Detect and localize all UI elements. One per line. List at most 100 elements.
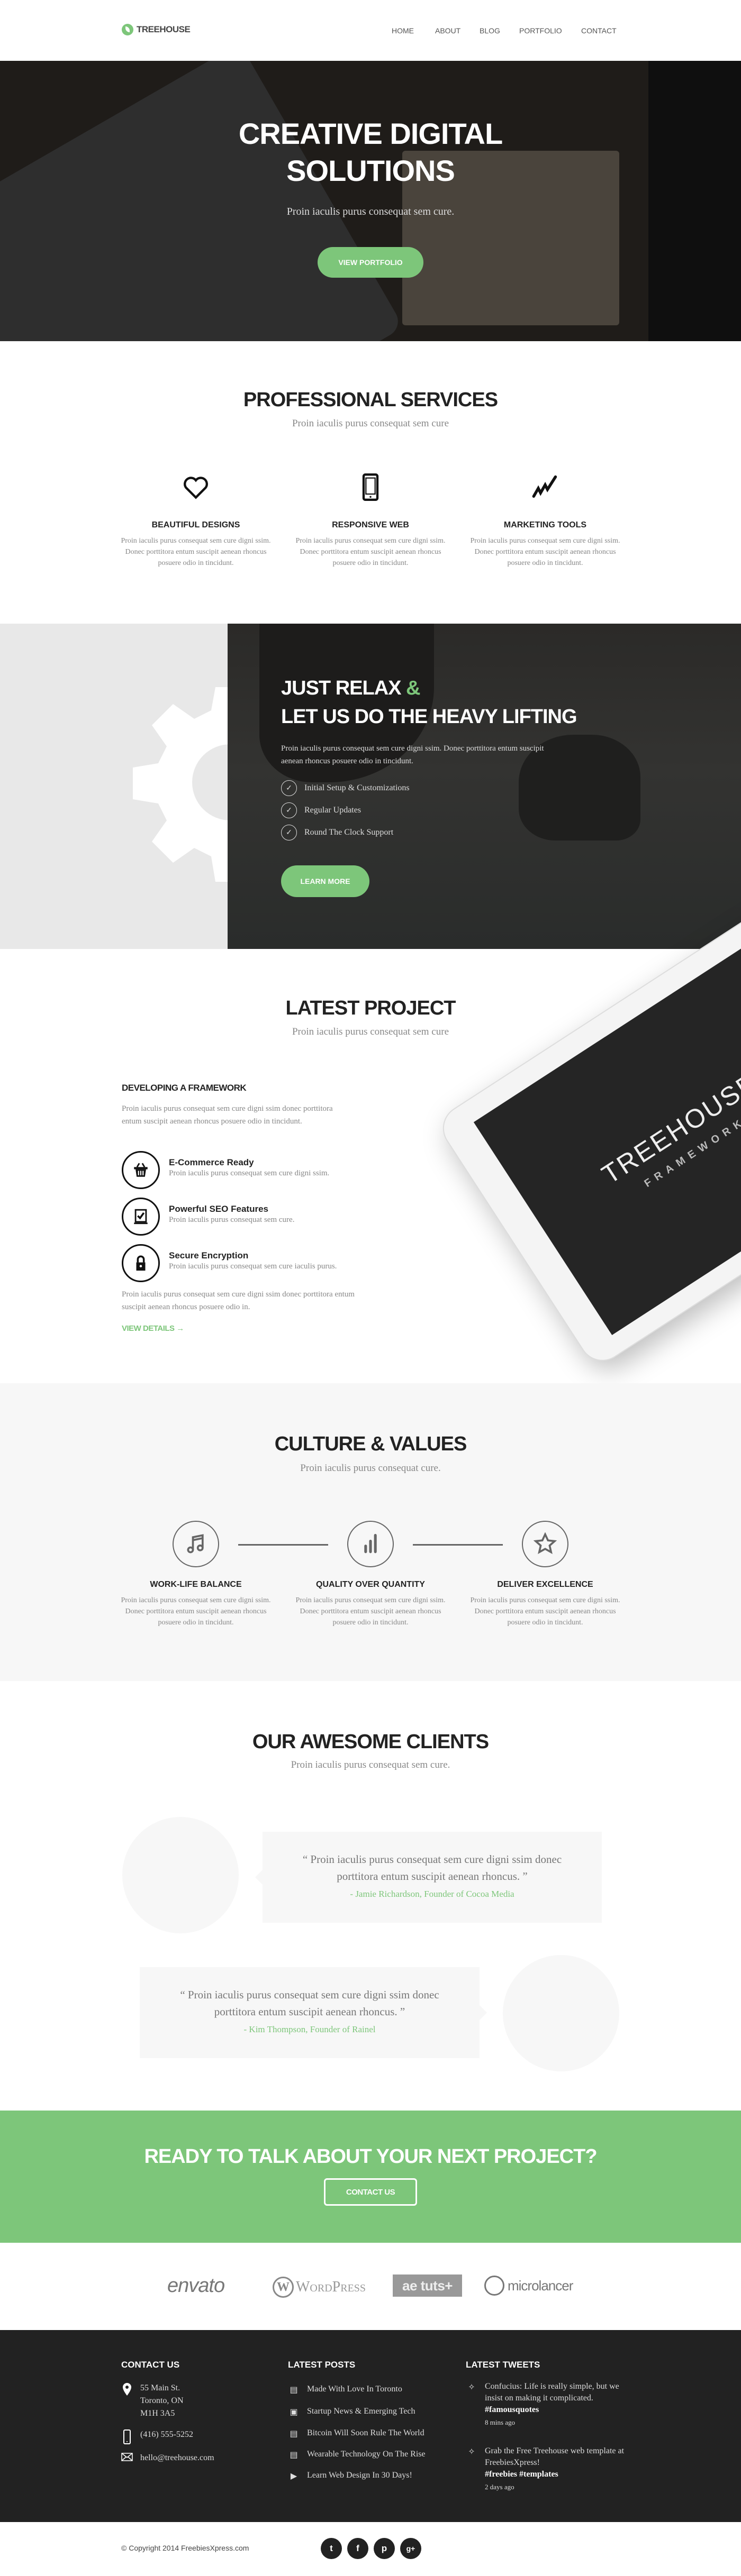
tweet: ✧ Grab the Free Treehouse web template a… <box>466 2445 625 2493</box>
project-outro: Proin iaculis purus consequat sem cure d… <box>122 1290 355 1311</box>
partner-tuts[interactable]: ae tuts+ <box>393 2274 462 2297</box>
microlancer-logo-icon <box>484 2276 504 2296</box>
nav-home[interactable]: HOME <box>392 26 414 35</box>
play-icon: ▶ <box>290 2472 297 2481</box>
post-link[interactable]: ▣ Startup News & Emerging Tech <box>288 2405 415 2419</box>
twitter-icon[interactable]: t <box>321 2538 342 2559</box>
footer-posts-title: LATEST POSTS <box>288 2360 356 2370</box>
tweet-text: Confucius: Life is really simple, but we… <box>485 2382 619 2403</box>
hero-title-line2: SOLUTIONS <box>286 154 455 187</box>
post-title: Made With Love In Toronto <box>307 2385 402 2394</box>
article-icon: ▤ <box>290 2386 298 2395</box>
service-beautiful-designs: BEAUTIFUL DESIGNS Proin iaculis purus co… <box>116 473 275 569</box>
google-plus-icon[interactable]: g+ <box>400 2538 421 2559</box>
feature-text: Proin iaculis purus consequat sem cure. <box>169 1216 295 1224</box>
hero-bg-right <box>648 61 741 341</box>
hero-bg-laptop <box>0 61 404 341</box>
relax-text: Proin iaculis purus consequat sem cure d… <box>281 744 544 765</box>
relax-title-b: LET US DO THE HEAVY LIFTING <box>281 706 577 728</box>
culture-connector <box>413 1544 503 1546</box>
phone-icon <box>121 2428 133 2444</box>
services-title: PROFESSIONAL SERVICES <box>243 389 498 411</box>
article-icon: ▤ <box>290 2429 298 2438</box>
post-link[interactable]: ▤ Bitcoin Will Soon Rule The World <box>288 2427 424 2441</box>
value-text: Proin iaculis purus consequat sem cure d… <box>470 1596 620 1627</box>
partner-microlancer[interactable]: microlancer <box>484 2276 573 2296</box>
trend-icon <box>532 475 557 498</box>
address-line: M1H 3A5 <box>140 2409 175 2418</box>
partner-envato[interactable]: envato <box>167 2274 225 2297</box>
relax-list-item: ✓ Round The Clock Support <box>281 821 410 844</box>
twitter-bird-icon: ✧ <box>468 2447 475 2456</box>
post-link[interactable]: ▤ Wearable Technology On The Rise <box>288 2448 426 2462</box>
service-title: RESPONSIVE WEB <box>332 520 409 529</box>
bar-chart-icon <box>347 1521 394 1567</box>
contact-us-button[interactable]: CONTACT US <box>324 2178 417 2206</box>
tweet: ✧ Confucius: Life is really simple, but … <box>466 2381 625 2428</box>
client-avatar <box>122 1817 239 1933</box>
logo-text: TREEHOUSE <box>137 24 191 34</box>
email-link[interactable]: hello@treehouse.com <box>140 2452 214 2464</box>
value-title: WORK-LIFE BALANCE <box>150 1580 242 1589</box>
learn-more-button[interactable]: LEARN MORE <box>281 865 369 897</box>
nav-blog[interactable]: BLOG <box>480 26 500 35</box>
nav-portfolio[interactable]: PORTFOLIO <box>519 26 562 35</box>
service-marketing-tools: MARKETING TOOLS Proin iaculis purus cons… <box>466 473 625 569</box>
client-avatar <box>503 1955 619 2071</box>
value-work-life: WORK-LIFE BALANCE Proin iaculis purus con… <box>116 1580 275 1628</box>
footer-email: hello@treehouse.com <box>121 2452 214 2464</box>
hero-title-line1: CREATIVE DIGITAL <box>238 117 503 150</box>
relax-list-item: ✓ Regular Updates <box>281 799 410 821</box>
relax-list: ✓ Initial Setup & Customizations ✓ Regular… <box>281 777 410 844</box>
partner-wordpress[interactable]: W WordPress <box>273 2277 366 2298</box>
relax-section: JUST RELAX & LET US DO THE HEAVY LIFTING… <box>0 624 741 949</box>
feature-encryption: Secure Encryption Proin iaculis purus co… <box>122 1244 376 1282</box>
relax-title-amp: & <box>406 677 420 699</box>
copyright: © Copyright 2014 FreebiesXpress.com <box>121 2544 249 2552</box>
twitter-bird-icon: ✧ <box>468 2383 475 2392</box>
nav-contact[interactable]: CONTACT <box>581 26 617 35</box>
phone-number[interactable]: (416) 555-5252 <box>140 2428 193 2444</box>
post-link[interactable]: ▤ Made With Love In Toronto <box>288 2383 402 2397</box>
music-icon <box>173 1521 219 1567</box>
project-heading: DEVELOPING A FRAMEWORK <box>122 1083 247 1093</box>
relax-list-label: Round The Clock Support <box>304 828 394 837</box>
relax-title-a: JUST RELAX <box>281 677 401 699</box>
post-title: Learn Web Design In 30 Days! <box>307 2471 412 2480</box>
cta-section: READY TO TALK ABOUT YOUR NEXT PROJECT? C… <box>0 2111 741 2243</box>
feature-title: Powerful SEO Features <box>169 1204 268 1214</box>
partner-label: WordPress <box>296 2279 366 2295</box>
value-title: QUALITY OVER QUANTITY <box>316 1580 425 1589</box>
culture-title: CULTURE & VALUES <box>274 1433 467 1455</box>
view-portfolio-button[interactable]: VIEW PORTFOLIO <box>318 247 423 278</box>
testimonial-card: “ Proin iaculis purus consequat sem cure… <box>140 1967 487 2058</box>
check-circle-icon: ✓ <box>281 780 297 796</box>
logo[interactable]: TREEHOUSE <box>122 24 191 35</box>
value-quality: QUALITY OVER QUANTITY Proin iaculis purus… <box>291 1580 450 1628</box>
post-title: Wearable Technology On The Rise <box>307 2450 426 2459</box>
envelope-icon <box>121 2452 133 2464</box>
view-details-link[interactable]: VIEW DETAILS → <box>122 1324 184 1333</box>
site-header: TREEHOUSE HOME ABOUT BLOG PORTFOLIO CONT… <box>0 0 741 61</box>
feature-ecommerce: E-Commerce Ready Proin iaculis purus con… <box>122 1151 376 1189</box>
post-link[interactable]: ▶ Learn Web Design In 30 Days! <box>288 2469 412 2483</box>
footer-contact-title: CONTACT US <box>121 2360 180 2370</box>
star-icon <box>522 1521 568 1567</box>
service-text: Proin iaculis purus consequat sem cure d… <box>470 537 620 567</box>
culture-subtitle: Proin iaculis purus consequat cure. <box>300 1463 441 1474</box>
facebook-icon[interactable]: f <box>347 2538 368 2559</box>
tablet-mockup: TREEHOUSE FRAMEWORK <box>434 902 741 1370</box>
tweet-hashtag[interactable]: #freebies #templates <box>485 2469 625 2480</box>
address-line: Toronto, ON <box>140 2396 184 2405</box>
tweet-hashtag[interactable]: #famousquotes <box>485 2404 625 2416</box>
feature-text: Proin iaculis purus consequat sem cure i… <box>169 1262 337 1271</box>
leaf-icon <box>122 24 133 35</box>
footer-phone: (416) 555-5252 <box>121 2428 193 2444</box>
heart-icon <box>184 477 208 499</box>
feature-title: E-Commerce Ready <box>169 1157 254 1167</box>
nav-about[interactable]: ABOUT <box>435 26 460 35</box>
post-title: Startup News & Emerging Tech <box>307 2407 415 2416</box>
lock-icon <box>122 1244 160 1282</box>
image-icon: ▣ <box>290 2408 298 2417</box>
pinterest-icon[interactable]: p <box>374 2538 395 2559</box>
